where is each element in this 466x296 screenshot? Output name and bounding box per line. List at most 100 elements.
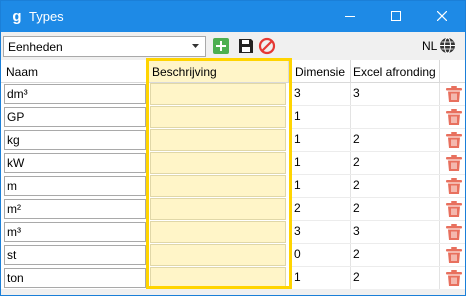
globe-icon: [440, 37, 455, 54]
app-icon: ɡ: [12, 8, 22, 25]
naam-field[interactable]: m²: [4, 199, 146, 219]
language-label: NL: [422, 39, 438, 53]
delete-row-button[interactable]: [445, 131, 463, 149]
beschrijving-field[interactable]: [150, 244, 286, 266]
naam-value: m²: [7, 202, 21, 216]
column-header-excel-label: Excel afronding: [353, 65, 436, 79]
dimensie-value[interactable]: 1: [294, 133, 301, 146]
dimensie-value[interactable]: 1: [294, 156, 301, 169]
add-button[interactable]: [212, 37, 230, 55]
table-row: m 1 2: [1, 175, 465, 198]
excel-afronding-value[interactable]: 2: [353, 248, 360, 261]
table-row: kg 1 2: [1, 129, 465, 152]
column-header-naam[interactable]: Naam: [1, 60, 147, 83]
close-icon: [437, 11, 447, 21]
dimensie-value[interactable]: 2: [294, 202, 301, 215]
naam-value: ton: [7, 271, 24, 285]
maximize-button[interactable]: [373, 1, 419, 32]
trash-icon: [446, 247, 462, 263]
trash-icon: [446, 132, 462, 148]
naam-value: m: [7, 179, 17, 193]
column-header-dimensie[interactable]: Dimensie: [291, 60, 351, 83]
naam-value: dm³: [7, 87, 28, 101]
naam-field[interactable]: m³: [4, 222, 146, 242]
dimensie-value[interactable]: 3: [294, 87, 301, 100]
beschrijving-field[interactable]: [150, 152, 286, 174]
naam-field[interactable]: dm³: [4, 84, 146, 104]
save-icon: [239, 39, 253, 53]
naam-field[interactable]: kW: [4, 153, 146, 173]
dimensie-value[interactable]: 0: [294, 248, 301, 261]
column-header-delete: [440, 60, 465, 83]
column-header-dimensie-label: Dimensie: [295, 65, 346, 79]
naam-value: m³: [7, 225, 21, 239]
dimensie-value[interactable]: 3: [294, 225, 301, 238]
minimize-button[interactable]: [327, 1, 373, 32]
excel-afronding-value[interactable]: 3: [353, 225, 360, 238]
excel-afronding-value[interactable]: 2: [353, 202, 360, 215]
cancel-icon: [258, 37, 276, 55]
beschrijving-field[interactable]: [150, 129, 286, 151]
language-button[interactable]: [439, 37, 456, 54]
title-bar: ɡ Types: [1, 1, 465, 32]
column-header-excel-afronding[interactable]: Excel afronding: [351, 60, 440, 83]
minimize-icon: [345, 16, 355, 17]
beschrijving-field[interactable]: [150, 83, 286, 105]
excel-afronding-value[interactable]: 2: [353, 133, 360, 146]
table-row: dm³ 3 3: [1, 83, 465, 106]
delete-row-button[interactable]: [445, 246, 463, 264]
delete-row-button[interactable]: [445, 200, 463, 218]
beschrijving-field[interactable]: [150, 267, 286, 289]
beschrijving-field[interactable]: [150, 175, 286, 197]
delete-row-button[interactable]: [445, 108, 463, 126]
naam-field[interactable]: st: [4, 245, 146, 265]
table-row: kW 1 2: [1, 152, 465, 175]
excel-afronding-value[interactable]: 3: [353, 87, 360, 100]
dropdown-arrow-icon[interactable]: [189, 38, 203, 55]
beschrijving-field[interactable]: [150, 198, 286, 220]
trash-icon: [446, 270, 462, 286]
dimensie-value[interactable]: 1: [294, 271, 301, 284]
naam-value: kg: [7, 133, 20, 147]
excel-afronding-value[interactable]: 2: [353, 179, 360, 192]
naam-value: kW: [7, 156, 25, 170]
window-title: Types: [29, 9, 64, 24]
dimensie-value[interactable]: 1: [294, 110, 301, 123]
naam-field[interactable]: GP: [4, 107, 146, 127]
trash-icon: [446, 109, 462, 125]
delete-row-button[interactable]: [445, 177, 463, 195]
save-button[interactable]: [237, 37, 255, 55]
trash-icon: [446, 178, 462, 194]
beschrijving-field[interactable]: [150, 106, 286, 128]
trash-icon: [446, 201, 462, 217]
delete-row-button[interactable]: [445, 223, 463, 241]
naam-field[interactable]: m: [4, 176, 146, 196]
beschrijving-field[interactable]: [150, 221, 286, 243]
column-header-beschrijving-label: Beschrijving: [152, 65, 217, 79]
table-row: m³ 3 3: [1, 221, 465, 244]
trash-icon: [446, 155, 462, 171]
column-header-beschrijving[interactable]: Beschrijving: [147, 60, 289, 83]
status-strip: [1, 289, 465, 295]
types-grid: Naam Beschrijving Dimensie Excel afrondi…: [1, 60, 465, 289]
excel-afronding-value[interactable]: 2: [353, 271, 360, 284]
maximize-icon: [391, 11, 401, 21]
type-selector[interactable]: Eenheden: [3, 36, 206, 57]
delete-row-button[interactable]: [445, 154, 463, 172]
table-row: m² 2 2: [1, 198, 465, 221]
column-header-naam-label: Naam: [6, 65, 39, 79]
cancel-button[interactable]: [258, 37, 276, 55]
naam-field[interactable]: ton: [4, 268, 146, 288]
types-window: ɡ Types Eenheden NL Naam Beschrijving Di…: [0, 0, 466, 296]
naam-value: st: [7, 248, 17, 262]
naam-field[interactable]: kg: [4, 130, 146, 150]
dimensie-value[interactable]: 1: [294, 179, 301, 192]
excel-afronding-value[interactable]: 2: [353, 156, 360, 169]
table-row: st 0 2: [1, 244, 465, 267]
table-row: GP 1: [1, 106, 465, 129]
delete-row-button[interactable]: [445, 85, 463, 103]
close-button[interactable]: [419, 1, 465, 32]
delete-row-button[interactable]: [445, 269, 463, 287]
naam-value: GP: [7, 110, 25, 124]
trash-icon: [446, 224, 462, 240]
